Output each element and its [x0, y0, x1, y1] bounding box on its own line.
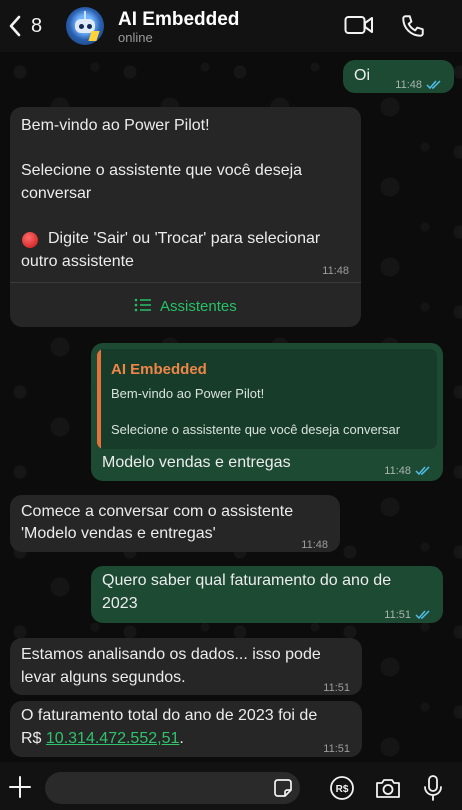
quote-author: AI Embedded	[111, 361, 207, 378]
message-time: 11:48	[301, 539, 328, 551]
voice-call-button[interactable]	[400, 13, 430, 39]
voice-message-button[interactable]	[423, 774, 443, 802]
camera-button[interactable]	[374, 776, 402, 800]
quoted-message[interactable]: AI Embedded Bem-vindo ao Power Pilot! Se…	[97, 349, 437, 449]
message-text: Oi	[354, 67, 370, 84]
message-bubble-outgoing[interactable]: Oi 11:48	[343, 60, 454, 93]
assistants-button-label: Assistentes	[160, 298, 237, 315]
read-receipt-icon	[415, 610, 430, 620]
message-text: levar alguns segundos.	[21, 669, 186, 686]
avatar[interactable]	[66, 7, 104, 45]
message-text: Estamos analisando os dados... isso pode	[21, 646, 321, 663]
back-button[interactable]: 8	[8, 12, 48, 40]
message-text: Digite 'Sair' ou 'Trocar' para seleciona…	[48, 230, 321, 247]
contact-status: online	[118, 30, 153, 45]
plus-icon	[9, 776, 31, 798]
sticker-icon	[274, 779, 292, 797]
contact-name[interactable]: AI Embedded	[118, 9, 239, 31]
payment-button[interactable]: R$	[329, 775, 355, 801]
real-currency-icon: R$	[330, 776, 354, 800]
message-text: 'Modelo vendas e entregas'	[21, 525, 216, 542]
message-time: 11:51	[323, 682, 350, 694]
message-text: Modelo vendas e entregas	[102, 454, 291, 471]
read-receipt-icon	[415, 466, 430, 476]
message-time: 11:48	[395, 74, 442, 97]
message-text: Selecione o assistente que você deseja	[21, 162, 303, 179]
phone-icon	[402, 15, 424, 37]
message-input[interactable]	[45, 772, 300, 804]
red-circle-icon	[22, 232, 38, 248]
message-text: conversar	[21, 185, 92, 202]
message-bubble-incoming[interactable]: Estamos analisando os dados... isso pode…	[10, 638, 362, 695]
message-text: outro assistente	[21, 253, 134, 270]
chevron-left-icon	[9, 15, 21, 37]
quote-bar	[97, 349, 101, 449]
message-time: 11:51	[323, 743, 350, 755]
message-text: Comece a conversar com o assistente	[21, 503, 294, 520]
message-text: R$ 10.314.472.552,51.	[21, 730, 184, 747]
quote-text: Bem-vindo ao Power Pilot!	[111, 386, 265, 401]
message-text: Quero saber qual faturamento do ano de	[102, 572, 392, 589]
chat-header: 8 AI Embedded online	[0, 0, 462, 52]
attach-button[interactable]	[8, 775, 32, 799]
currency-prefix: R$	[21, 730, 42, 747]
video-camera-icon	[344, 16, 373, 34]
message-time: 11:48	[322, 265, 349, 277]
message-bubble-incoming[interactable]: Comece a conversar com o assistente 'Mod…	[10, 495, 340, 552]
assistants-list-button[interactable]: Assistentes	[10, 282, 361, 327]
message-time: 11:48	[384, 460, 431, 483]
sticker-button[interactable]	[272, 777, 294, 799]
read-receipt-icon	[426, 80, 441, 90]
svg-text:R$: R$	[336, 784, 349, 795]
message-bubble-outgoing-reply[interactable]: AI Embedded Bem-vindo ao Power Pilot! Se…	[91, 343, 443, 481]
message-bubble-outgoing[interactable]: Quero saber qual faturamento do ano de 2…	[91, 566, 443, 623]
message-text: 2023	[102, 595, 138, 612]
quote-text: Selecione o assistente que você deseja c…	[111, 422, 401, 437]
composer-bar: R$	[0, 762, 462, 810]
unread-count: 8	[31, 15, 43, 37]
video-call-button[interactable]	[344, 13, 374, 39]
message-bubble-incoming[interactable]: Bem-vindo ao Power Pilot! Selecione o as…	[10, 107, 361, 327]
list-icon	[134, 298, 151, 312]
microphone-icon	[424, 775, 442, 801]
message-text: O faturamento total do ano de 2023 foi d…	[21, 707, 318, 724]
amount-link[interactable]: 10.314.472.552,51	[46, 730, 179, 747]
camera-icon	[376, 779, 400, 798]
message-time: 11:51	[384, 604, 431, 627]
message-text: Bem-vindo ao Power Pilot!	[21, 117, 210, 134]
message-bubble-incoming[interactable]: O faturamento total do ano de 2023 foi d…	[10, 701, 362, 757]
